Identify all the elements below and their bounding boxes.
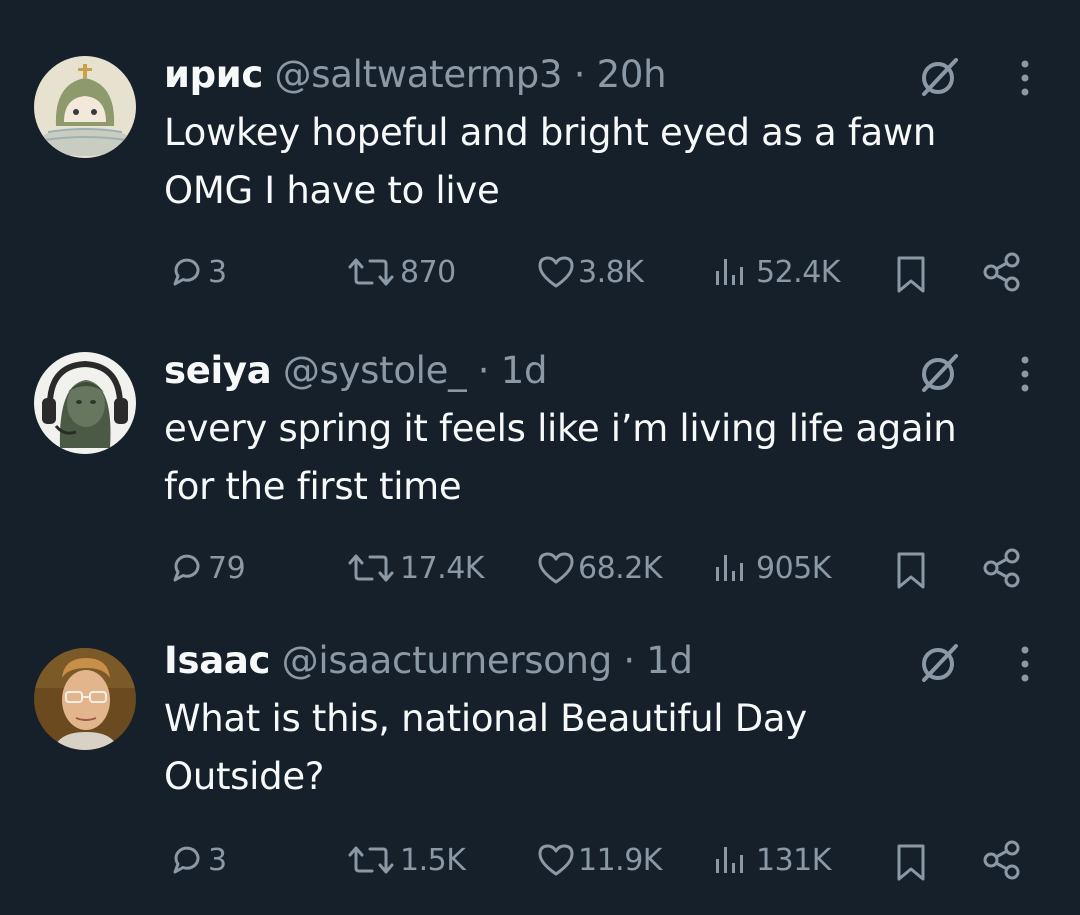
tweet-header: seiya @systole_ · 1d bbox=[164, 348, 547, 394]
tweet-text-line: for the first time bbox=[164, 465, 462, 508]
views-count: 52.4K bbox=[756, 254, 840, 290]
separator-dot: · bbox=[477, 349, 490, 392]
more-icon[interactable] bbox=[1010, 54, 1040, 102]
reply-count: 3 bbox=[208, 842, 227, 878]
tweet[interactable]: ирис @saltwatermp3 · 20h Lowkey hopeful … bbox=[0, 0, 1080, 293]
repost-icon bbox=[348, 846, 394, 874]
bookmark-icon bbox=[897, 552, 925, 589]
user-handle[interactable]: @saltwatermp3 bbox=[275, 53, 563, 96]
views-count: 131K bbox=[756, 842, 831, 878]
reply-icon bbox=[173, 554, 200, 582]
reply-count: 79 bbox=[208, 550, 246, 586]
like-icon bbox=[538, 844, 574, 876]
reply-button[interactable]: 3 bbox=[168, 250, 227, 294]
avatar[interactable] bbox=[34, 352, 136, 454]
more-icon[interactable] bbox=[1010, 640, 1040, 688]
views-count: 905K bbox=[756, 550, 831, 586]
bookmark-button[interactable] bbox=[892, 840, 930, 884]
reply-icon bbox=[173, 258, 200, 286]
bookmark-icon bbox=[897, 256, 925, 293]
display-name[interactable]: Isaac bbox=[164, 639, 270, 682]
tweet-text: every spring it feels like i’m living li… bbox=[164, 400, 1064, 516]
repost-button[interactable]: 870 bbox=[344, 250, 456, 294]
share-button[interactable] bbox=[980, 546, 1024, 590]
repost-icon bbox=[348, 554, 394, 582]
views-icon bbox=[716, 259, 743, 285]
repost-icon bbox=[348, 258, 394, 286]
display-name[interactable]: ирис bbox=[164, 53, 263, 96]
timestamp[interactable]: 20h bbox=[597, 53, 667, 96]
tweet[interactable]: seiya @systole_ · 1d every spring it fee… bbox=[0, 296, 1080, 589]
avatar[interactable] bbox=[34, 56, 136, 158]
more-icon[interactable] bbox=[1010, 350, 1040, 398]
tweet[interactable]: Isaac @isaacturnersong · 1d What is this… bbox=[0, 592, 1080, 882]
views-button[interactable]: 52.4K bbox=[710, 250, 840, 294]
tweet-text-line: Outside? bbox=[164, 755, 325, 798]
display-name[interactable]: seiya bbox=[164, 349, 272, 392]
tweet-text-line: OMG I have to live bbox=[164, 169, 500, 212]
user-handle[interactable]: @systole_ bbox=[283, 349, 467, 392]
repost-count: 17.4K bbox=[400, 550, 484, 586]
views-button[interactable]: 131K bbox=[710, 838, 831, 882]
share-icon bbox=[983, 840, 1020, 880]
tweet-header: ирис @saltwatermp3 · 20h bbox=[164, 52, 667, 98]
like-icon bbox=[538, 256, 574, 288]
bookmark-button[interactable] bbox=[892, 548, 930, 592]
repost-button[interactable]: 17.4K bbox=[344, 546, 484, 590]
grok-icon[interactable] bbox=[916, 348, 964, 396]
bookmark-icon bbox=[897, 844, 925, 881]
tweet-text-line: Lowkey hopeful and bright eyed as a fawn bbox=[164, 111, 937, 154]
bookmark-button[interactable] bbox=[892, 252, 930, 296]
views-icon bbox=[716, 555, 743, 581]
grok-icon[interactable] bbox=[916, 52, 964, 100]
avatar[interactable] bbox=[34, 648, 136, 750]
tweet-text: Lowkey hopeful and bright eyed as a fawn… bbox=[164, 104, 1064, 220]
reply-button[interactable]: 79 bbox=[168, 546, 246, 590]
repost-count: 1.5K bbox=[400, 842, 466, 878]
share-button[interactable] bbox=[980, 838, 1024, 882]
grok-icon[interactable] bbox=[916, 638, 964, 686]
like-count: 68.2K bbox=[578, 550, 662, 586]
share-icon bbox=[983, 548, 1020, 588]
like-icon bbox=[538, 552, 574, 584]
user-handle[interactable]: @isaacturnersong bbox=[282, 639, 613, 682]
tweet-text: What is this, national Beautiful Day Out… bbox=[164, 690, 1064, 806]
reply-count: 3 bbox=[208, 254, 227, 290]
reply-button[interactable]: 3 bbox=[168, 838, 227, 882]
share-icon bbox=[983, 252, 1020, 292]
like-count: 11.9K bbox=[578, 842, 662, 878]
separator-dot: · bbox=[573, 53, 586, 96]
separator-dot: · bbox=[623, 639, 635, 682]
timestamp[interactable]: 1d bbox=[501, 349, 548, 392]
like-button[interactable]: 68.2K bbox=[536, 546, 662, 590]
repost-count: 870 bbox=[400, 254, 456, 290]
views-button[interactable]: 905K bbox=[710, 546, 831, 590]
like-count: 3.8K bbox=[578, 254, 644, 290]
views-icon bbox=[716, 847, 743, 873]
reply-icon bbox=[173, 846, 200, 874]
tweet-header: Isaac @isaacturnersong · 1d bbox=[164, 638, 693, 684]
tweet-text-line: What is this, national Beautiful Day bbox=[164, 697, 807, 740]
repost-button[interactable]: 1.5K bbox=[344, 838, 466, 882]
like-button[interactable]: 11.9K bbox=[536, 838, 662, 882]
like-button[interactable]: 3.8K bbox=[536, 250, 644, 294]
timestamp[interactable]: 1d bbox=[646, 639, 693, 682]
tweet-text-line: every spring it feels like i’m living li… bbox=[164, 407, 957, 450]
share-button[interactable] bbox=[980, 250, 1024, 294]
